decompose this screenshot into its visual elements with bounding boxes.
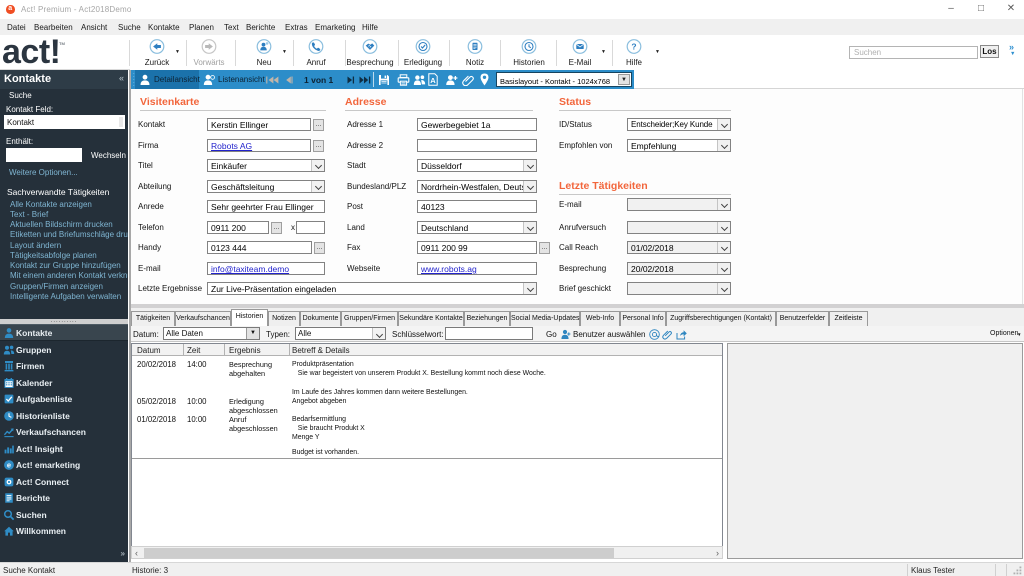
svg-text:A: A xyxy=(430,76,436,85)
svg-text:e: e xyxy=(7,461,11,470)
svg-text:?: ? xyxy=(631,42,636,52)
